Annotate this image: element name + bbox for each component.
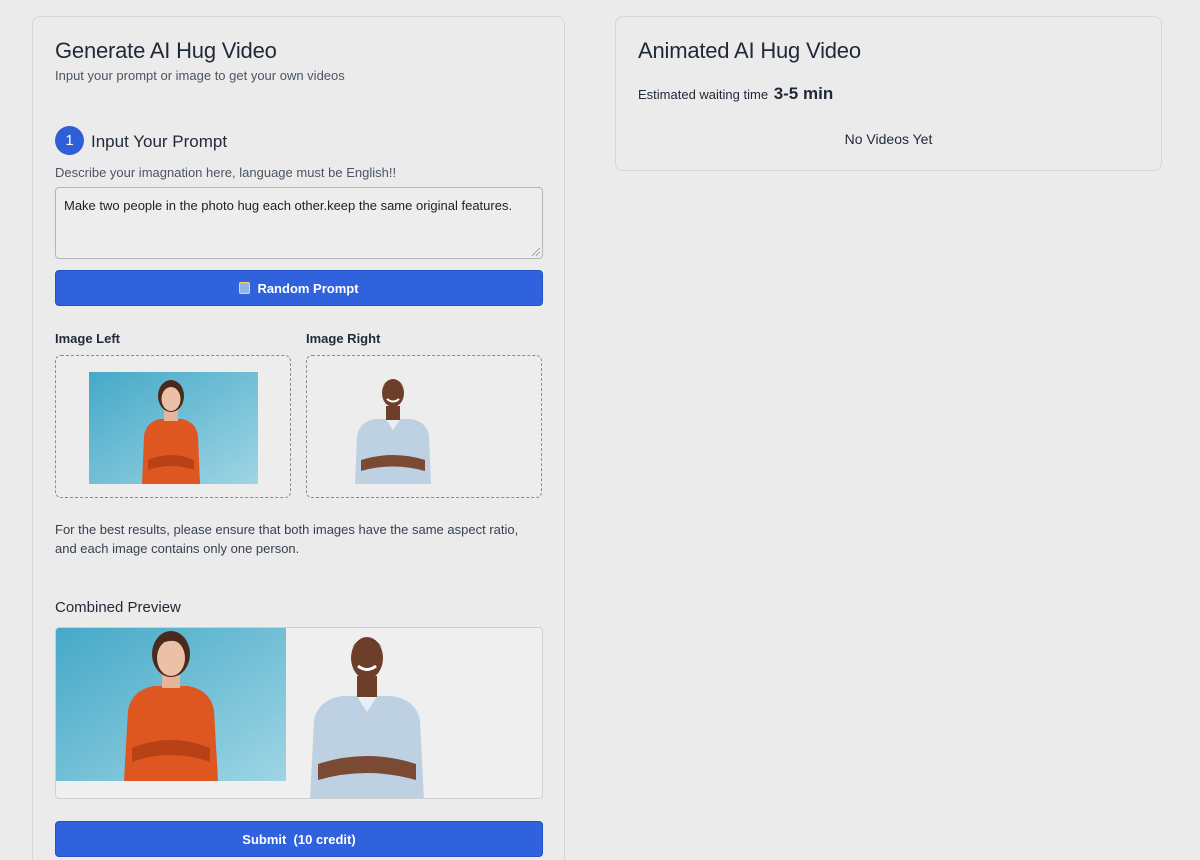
woman-photo	[89, 372, 258, 484]
image-right-label: Image Right	[306, 331, 381, 346]
submit-label: Submit (10 credit)	[242, 831, 356, 847]
page-subtitle: Input your prompt or image to get your o…	[55, 68, 345, 83]
generator-panel: Generate AI Hug Video Input your prompt …	[32, 16, 565, 860]
random-prompt-label: Random Prompt	[257, 280, 359, 296]
man-photo	[355, 379, 431, 484]
aspect-ratio-note: For the best results, please ensure that…	[55, 522, 519, 556]
empty-state-text: No Videos Yet	[844, 131, 933, 147]
submit-button[interactable]: Submit (10 credit)	[55, 821, 543, 857]
page-title: Generate AI Hug Video	[55, 38, 277, 63]
prompt-hint: Describe your imagnation here, language …	[55, 165, 397, 180]
waiting-time: Estimated waiting time 3-5 min	[638, 84, 833, 104]
combined-preview-image	[56, 628, 424, 798]
step-number-badge: 1	[55, 126, 84, 155]
random-prompt-button[interactable]: Random Prompt	[55, 270, 543, 306]
image-right-dropzone[interactable]	[306, 355, 542, 498]
waiting-time-label: Estimated waiting time	[638, 87, 769, 102]
combined-preview-title: Combined Preview	[55, 599, 181, 616]
result-panel: Animated AI Hug Video Estimated waiting …	[615, 16, 1162, 171]
step-title: Input Your Prompt	[91, 132, 228, 151]
resize-handle-icon[interactable]	[532, 248, 540, 256]
combined-preview	[55, 627, 543, 799]
image-left-dropzone[interactable]	[55, 355, 291, 498]
prompt-text: Make two people in the photo hug each ot…	[64, 198, 513, 213]
result-title: Animated AI Hug Video	[638, 38, 861, 63]
waiting-time-value: 3-5 min	[773, 84, 834, 103]
prompt-textarea[interactable]: Make two people in the photo hug each ot…	[55, 187, 543, 259]
dice-icon	[239, 282, 251, 294]
image-left-label: Image Left	[55, 331, 121, 346]
